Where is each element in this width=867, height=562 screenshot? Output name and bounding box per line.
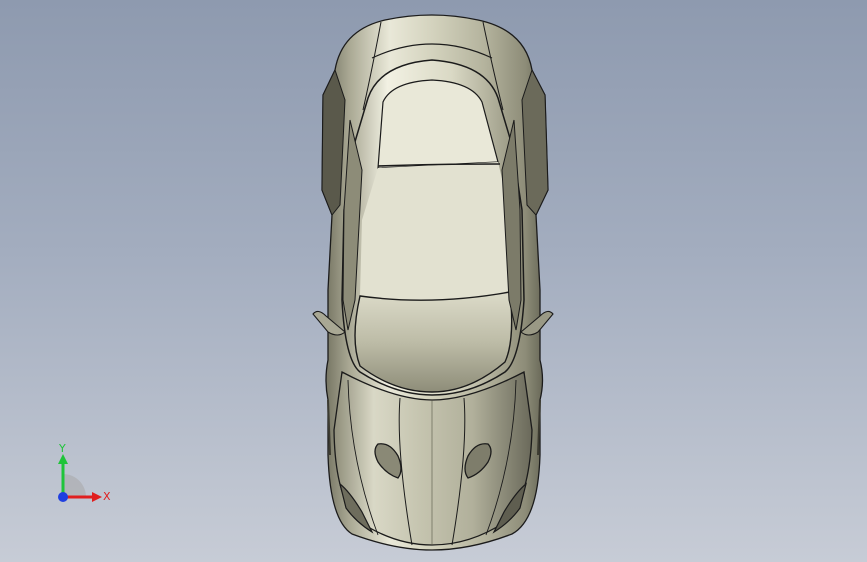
x-axis-label: X (103, 490, 111, 503)
graphics-viewport[interactable]: Y X (0, 0, 867, 562)
car-model[interactable] (0, 0, 867, 562)
orientation-triad: Y X (40, 436, 120, 516)
y-axis-label: Y (58, 442, 66, 455)
z-axis-icon (58, 492, 68, 502)
